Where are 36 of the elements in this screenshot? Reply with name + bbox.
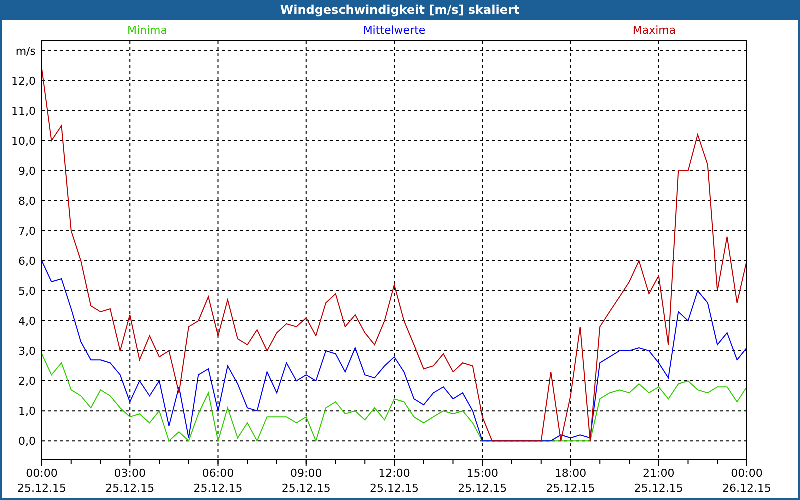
y-tick-label: 5,0 <box>18 285 36 298</box>
y-tick-label: 12,0 <box>12 74 36 88</box>
date-label: 25.12.15 <box>546 482 596 495</box>
window-title: Windgeschwindigkeit [m/s] skaliert <box>0 0 800 20</box>
legend-label: Minima <box>127 24 168 37</box>
y-tick-label: 7,0 <box>18 225 36 238</box>
x-tick-label: 03:00 <box>114 467 146 480</box>
x-tick-label: 09:00 <box>290 467 322 480</box>
legend-label: Maxima <box>632 24 676 37</box>
y-tick-label: 3,0 <box>18 345 36 358</box>
y-tick-label: 10,0 <box>12 134 36 148</box>
x-tick-label: 12:00 <box>378 467 410 480</box>
y-tick-label: 11,0 <box>12 104 36 118</box>
date-label: 25.12.15 <box>634 482 684 495</box>
y-tick-label: 8,0 <box>18 194 36 208</box>
x-tick-label: 06:00 <box>202 467 234 480</box>
x-tick-label: 18:00 <box>554 467 587 480</box>
date-label: 25.12.15 <box>106 482 155 495</box>
date-label: 25.12.15 <box>370 482 419 495</box>
y-tick-label: 1,0 <box>18 405 36 418</box>
date-label: 25.12.15 <box>282 482 331 495</box>
y-tick-label: 6,0 <box>18 255 36 268</box>
date-label: 25.12.15 <box>194 482 243 495</box>
y-tick-label: 0,0 <box>18 435 36 448</box>
x-tick-label: 00:00 <box>26 467 58 480</box>
y-tick-label: 2,0 <box>18 375 36 388</box>
x-tick-label: 15:00 <box>466 467 498 480</box>
y-tick-label: 9,0 <box>18 164 36 178</box>
x-tick-label: 00:00 <box>731 467 763 480</box>
y-tick-label: m/s <box>16 44 36 58</box>
date-label: 25.12.15 <box>458 482 508 495</box>
x-tick-label: 21:00 <box>643 467 675 480</box>
date-label: 25.12.15 <box>18 482 66 495</box>
date-label: 26.12.15 <box>722 482 772 495</box>
y-tick-label: 4,0 <box>18 315 36 328</box>
legend-label: Mittelwerte <box>363 24 426 37</box>
